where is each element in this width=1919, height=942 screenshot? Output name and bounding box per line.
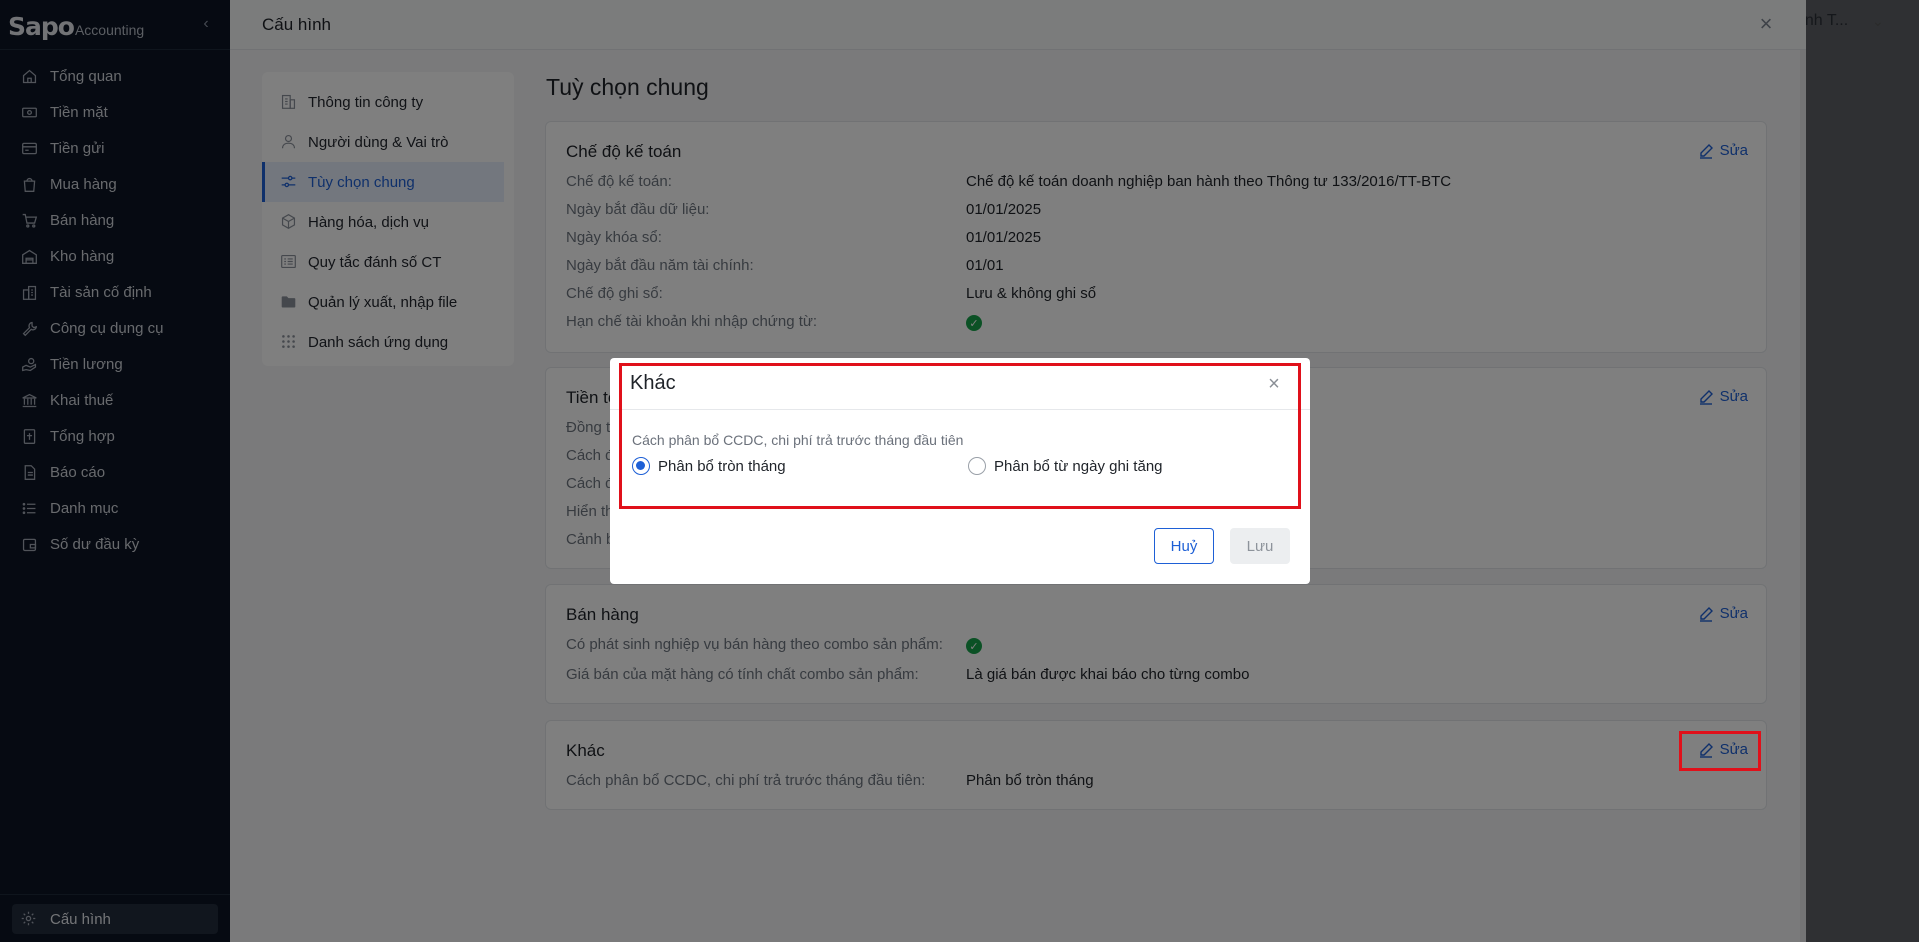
highlight-modal-content — [619, 363, 1301, 509]
save-button[interactable]: Lưu — [1230, 528, 1290, 564]
highlight-edit-button — [1679, 731, 1761, 771]
cancel-button[interactable]: Huỷ — [1154, 528, 1214, 564]
